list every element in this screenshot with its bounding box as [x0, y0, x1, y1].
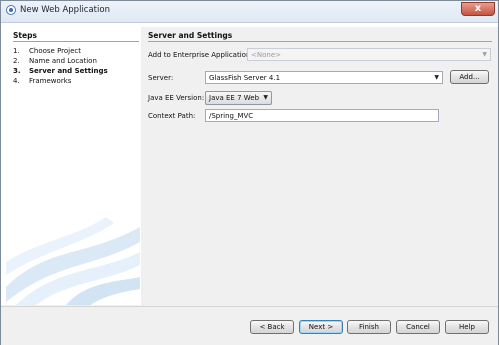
cancel-button[interactable]: Cancel: [396, 320, 440, 334]
settings-panel: Server and Settings Add to Enterprise Ap…: [141, 27, 498, 305]
add-server-button[interactable]: Add...: [450, 70, 489, 84]
steps-panel: Steps 1. Choose Project 2. Name and Locati…: [6, 27, 140, 305]
enterprise-app-select[interactable]: <None> ▼: [247, 48, 491, 61]
netbeans-app-icon: [6, 5, 16, 15]
chevron-down-icon: ▼: [434, 74, 439, 81]
finish-button[interactable]: Finish: [347, 320, 391, 334]
enterprise-app-value: <None>: [251, 51, 281, 59]
context-path-input[interactable]: /Spring_MVC: [205, 109, 439, 122]
close-button[interactable]: x: [461, 2, 495, 16]
next-button[interactable]: Next >: [299, 320, 343, 334]
context-path-label: Context Path:: [148, 112, 196, 120]
javaee-version-label: Java EE Version:: [148, 94, 205, 102]
chevron-down-icon: ▼: [263, 94, 268, 101]
server-value: GlassFish Server 4.1: [209, 74, 281, 82]
javaee-version-value: Java EE 7 Web: [209, 94, 260, 102]
panel-title: Server and Settings: [148, 31, 233, 40]
dialog-window: New Web Application x Steps 1. Choose Pro…: [0, 0, 499, 345]
server-select[interactable]: GlassFish Server 4.1 ▼: [205, 71, 443, 84]
button-bar: < Back Next > Finish Cancel Help: [1, 306, 498, 345]
enterprise-app-label: Add to Enterprise Application:: [148, 51, 253, 59]
title-bar[interactable]: New Web Application x: [1, 1, 498, 23]
chevron-down-icon: ▼: [482, 51, 487, 58]
javaee-version-select[interactable]: Java EE 7 Web ▼: [205, 91, 272, 105]
steps-background-swoosh: [6, 217, 140, 305]
wizard-content: Steps 1. Choose Project 2. Name and Locati…: [1, 23, 498, 305]
help-button[interactable]: Help: [445, 320, 489, 334]
window-title: New Web Application: [20, 5, 110, 15]
panel-divider: [148, 41, 492, 42]
server-label: Server:: [148, 74, 174, 82]
back-button[interactable]: < Back: [250, 320, 294, 334]
